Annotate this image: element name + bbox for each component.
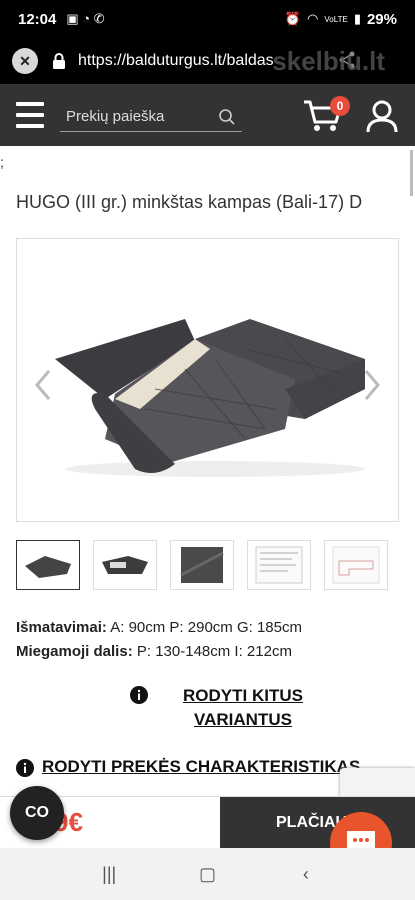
skelbiu-watermark: skelbiu.lt	[272, 46, 385, 76]
lock-icon	[53, 53, 65, 69]
status-bar: 12:04 ▣ ◔ ✆ ⏰ ◠ VoLTE ▮ 29%	[0, 0, 415, 38]
sofa-image	[55, 319, 365, 477]
back-icon[interactable]: ‹	[291, 859, 321, 889]
signal-icon: ▮	[353, 11, 361, 26]
thumbnail-strip	[16, 540, 399, 590]
volte-label: VoLTE	[324, 14, 348, 24]
product-title: HUGO (III gr.) minkštas kampas (Bali-17)…	[16, 192, 363, 212]
browser-address-bar: ✕ https://balduturgus.lt/baldas skelbiu.…	[0, 38, 415, 84]
info-icon	[16, 759, 34, 777]
scrollbar[interactable]	[410, 150, 413, 196]
site-header	[0, 84, 415, 146]
status-time: 12:04	[18, 10, 57, 28]
cart-count-badge: 0	[330, 96, 350, 116]
show-variants-link[interactable]: RODYTI KITUS VARIANTUS	[130, 684, 330, 732]
search-input[interactable]	[60, 102, 210, 131]
user-icon[interactable]	[364, 98, 400, 134]
show-characteristics-link[interactable]: RODYTI PREKĖS CHARAKTERISTIKAS	[16, 757, 360, 777]
stray-text: ;	[0, 154, 4, 170]
thumbnail-4[interactable]	[247, 540, 311, 590]
thumbnail-2[interactable]	[93, 540, 157, 590]
show-characteristics-text[interactable]: RODYTI PREKĖS CHARAKTERISTIKAS	[42, 757, 360, 777]
dimensions-row: Išmatavimai: A: 90cm P: 290cm G: 185cm	[16, 619, 302, 636]
gallery-prev-icon[interactable]	[33, 369, 53, 401]
co-floating-button[interactable]: CO	[10, 786, 64, 840]
product-image-gallery[interactable]	[16, 238, 399, 522]
battery-percentage: 29%	[366, 10, 397, 28]
notification-icons: ▣ ◔ ✆	[66, 11, 105, 26]
menu-icon[interactable]	[16, 102, 44, 128]
close-tab-icon[interactable]: ✕	[12, 48, 38, 74]
thumbnail-3[interactable]	[170, 540, 234, 590]
info-icon	[130, 686, 148, 704]
gallery-next-icon[interactable]	[362, 369, 382, 401]
show-variants-text[interactable]: RODYTI KITUS VARIANTUS	[156, 684, 330, 732]
alarm-icon: ⏰	[284, 11, 302, 26]
home-icon[interactable]: ▢	[192, 859, 222, 889]
thumbnail-1[interactable]	[16, 540, 80, 590]
product-specs: Išmatavimai: A: 90cm P: 290cm G: 185cm M…	[16, 616, 302, 664]
sleeping-area-row: Miegamoji dalis: P: 130-148cm I: 212cm	[16, 643, 292, 660]
android-nav-bar: ||| ▢ ‹	[0, 848, 415, 900]
url-text[interactable]: https://balduturgus.lt/baldas	[78, 52, 298, 70]
recent-apps-icon[interactable]: |||	[94, 859, 124, 889]
search-icon[interactable]	[218, 108, 236, 126]
search-box	[60, 102, 242, 132]
thumbnail-5[interactable]	[324, 540, 388, 590]
status-right: ⏰ ◠ VoLTE ▮ 29%	[285, 11, 397, 28]
wifi-icon: ◠	[307, 11, 319, 26]
